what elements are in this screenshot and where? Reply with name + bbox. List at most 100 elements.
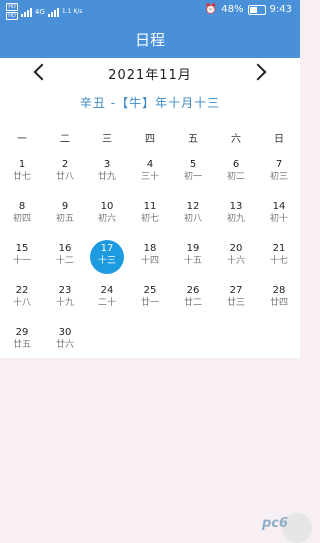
day-cell[interactable]: 15 十一 bbox=[4, 242, 40, 276]
lunar-day: 廿二 bbox=[183, 298, 202, 308]
day-number: 21 bbox=[272, 243, 286, 254]
day-cell-selected[interactable]: 17 十三 bbox=[89, 240, 125, 276]
lunar-day: 十五 bbox=[183, 256, 202, 266]
weekday-label: 四 bbox=[145, 134, 155, 145]
day-cell[interactable]: 14 初十 bbox=[261, 200, 297, 234]
day-number: 20 bbox=[229, 243, 243, 254]
day-number: 29 bbox=[15, 327, 29, 338]
day-cell[interactable]: 23 十九 bbox=[47, 284, 83, 318]
day-number: 27 bbox=[229, 285, 243, 296]
day-cell[interactable]: 29 廿五 bbox=[4, 326, 40, 360]
day-number: 22 bbox=[15, 285, 29, 296]
day-cell[interactable]: 19 十五 bbox=[175, 242, 211, 276]
day-cell[interactable]: 25 廿一 bbox=[132, 284, 168, 318]
lunar-day: 初七 bbox=[140, 214, 159, 224]
lunar-day: 初八 bbox=[183, 214, 202, 224]
lunar-day: 十四 bbox=[140, 256, 159, 266]
lunar-day: 十八 bbox=[12, 298, 31, 308]
page-title: 日程 bbox=[0, 22, 300, 58]
day-number: 23 bbox=[58, 285, 72, 296]
day-number: 15 bbox=[15, 243, 29, 254]
lunar-day: 廿一 bbox=[140, 298, 159, 308]
day-number: 11 bbox=[143, 201, 157, 212]
day-cell[interactable]: 8 初四 bbox=[4, 200, 40, 234]
weekday-label: 一 bbox=[17, 134, 27, 145]
day-cell[interactable]: 28 廿四 bbox=[261, 284, 297, 318]
day-number: 8 bbox=[18, 201, 26, 212]
day-cell[interactable]: 26 廿二 bbox=[175, 284, 211, 318]
day-cell[interactable]: 13 初九 bbox=[218, 200, 254, 234]
day-number: 19 bbox=[186, 243, 200, 254]
day-cell[interactable]: 5 初一 bbox=[175, 158, 211, 192]
day-number: 3 bbox=[103, 159, 111, 170]
day-number: 13 bbox=[229, 201, 243, 212]
lunar-day: 初五 bbox=[55, 214, 74, 224]
day-cell[interactable]: 11 初七 bbox=[132, 200, 168, 234]
day-cell[interactable]: 24 二十 bbox=[89, 284, 125, 318]
watermark: pc6 bbox=[261, 516, 288, 531]
status-left: HD HD 4G 1.1 K/s bbox=[6, 3, 82, 20]
lunar-day: 廿八 bbox=[55, 172, 74, 182]
day-number: 9 bbox=[61, 201, 69, 212]
clock: 9:43 bbox=[269, 4, 292, 15]
status-bar: HD HD 4G 1.1 K/s ⏰ 48% 9:43 bbox=[0, 0, 300, 22]
lunar-day: 初二 bbox=[226, 172, 245, 182]
speed-label: 1.1 K/s bbox=[61, 7, 83, 15]
lunar-day: 初一 bbox=[183, 172, 202, 182]
day-number: 18 bbox=[143, 243, 157, 254]
day-cell[interactable]: 12 初八 bbox=[175, 200, 211, 234]
lunar-day: 十三 bbox=[97, 256, 116, 266]
day-cell[interactable]: 9 初五 bbox=[47, 200, 83, 234]
calendar: 2021年11月 辛丑 -【牛】年十月十三 一 二 三 四 五 六 日 1 廿七 2 廿八 3 廿九 4… bbox=[0, 58, 300, 358]
lunar-day: 二十 bbox=[97, 298, 116, 308]
day-cell[interactable]: 22 十八 bbox=[4, 284, 40, 318]
day-number: 14 bbox=[272, 201, 286, 212]
day-number: 5 bbox=[189, 159, 197, 170]
day-cell[interactable]: 7 初三 bbox=[261, 158, 297, 192]
day-cell[interactable]: 6 初二 bbox=[218, 158, 254, 192]
day-cell[interactable]: 2 廿八 bbox=[47, 158, 83, 192]
lunar-day: 初四 bbox=[12, 214, 31, 224]
weekday-label: 日 bbox=[274, 134, 284, 145]
weekday-label: 五 bbox=[188, 134, 198, 145]
day-cell[interactable]: 18 十四 bbox=[132, 242, 168, 276]
lunar-date-label: 辛丑 -【牛】年十月十三 bbox=[79, 96, 221, 110]
month-nav: 2021年11月 bbox=[0, 58, 300, 88]
day-cell[interactable]: 1 廿七 bbox=[4, 158, 40, 192]
lunar-day: 初三 bbox=[269, 172, 288, 182]
day-number: 10 bbox=[100, 201, 114, 212]
day-cell[interactable]: 10 初六 bbox=[89, 200, 125, 234]
lunar-day: 廿七 bbox=[12, 172, 31, 182]
day-number: 26 bbox=[186, 285, 200, 296]
day-number: 30 bbox=[58, 327, 72, 338]
day-cell[interactable]: 4 三十 bbox=[132, 158, 168, 192]
day-number: 17 bbox=[100, 243, 114, 254]
day-number: 6 bbox=[232, 159, 240, 170]
lunar-day: 十六 bbox=[226, 256, 245, 266]
lunar-day: 廿九 bbox=[97, 172, 116, 182]
lunar-day: 十二 bbox=[55, 256, 74, 266]
lunar-day: 十九 bbox=[55, 298, 74, 308]
day-number: 7 bbox=[275, 159, 283, 170]
day-cell[interactable]: 30 廿六 bbox=[47, 326, 83, 360]
status-right: ⏰ 48% 9:43 bbox=[205, 4, 292, 15]
lunar-day: 初九 bbox=[226, 214, 245, 224]
day-number: 1 bbox=[18, 159, 26, 170]
lunar-day: 廿六 bbox=[55, 340, 74, 350]
lunar-day: 十七 bbox=[269, 256, 288, 266]
day-cell[interactable]: 27 廿三 bbox=[218, 284, 254, 318]
lunar-day: 初六 bbox=[97, 214, 116, 224]
day-cell[interactable]: 3 廿九 bbox=[89, 158, 125, 192]
day-cell[interactable]: 21 十七 bbox=[261, 242, 297, 276]
lunar-day: 廿四 bbox=[269, 298, 288, 308]
day-number: 25 bbox=[143, 285, 157, 296]
day-number: 28 bbox=[272, 285, 286, 296]
sim1-label: HD bbox=[6, 3, 18, 11]
day-number: 24 bbox=[100, 285, 114, 296]
day-cell[interactable]: 20 十六 bbox=[218, 242, 254, 276]
day-cell[interactable]: 16 十二 bbox=[47, 242, 83, 276]
day-number: 16 bbox=[58, 243, 72, 254]
signal-icon bbox=[21, 7, 32, 17]
lunar-day: 十一 bbox=[12, 256, 31, 266]
sim2-label: HD bbox=[6, 12, 18, 20]
